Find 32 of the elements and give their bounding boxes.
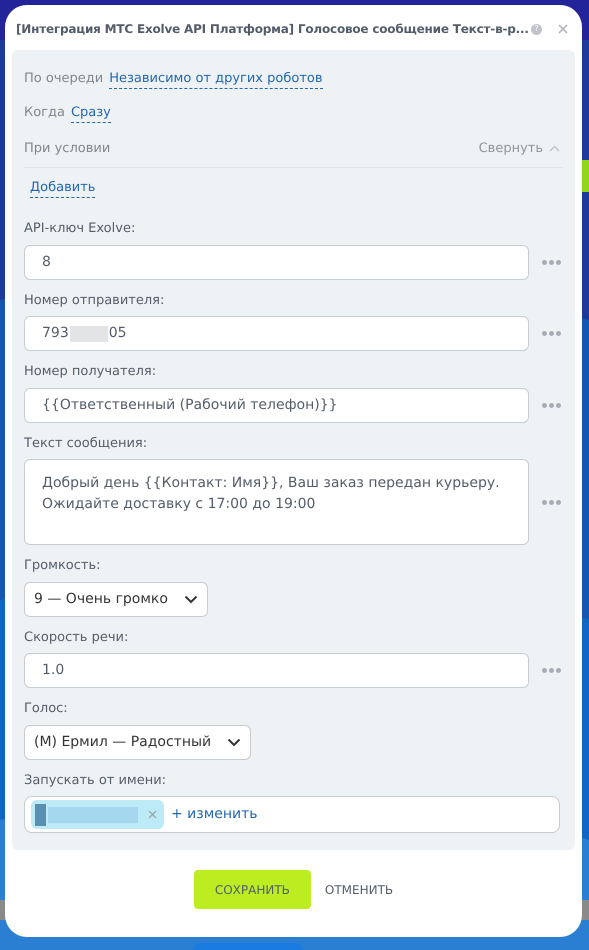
setting-label: По очереди [24, 70, 104, 88]
cancel-button[interactable]: ОТМЕНИТЬ [324, 870, 394, 909]
field-label: Запускать от имени: [24, 772, 168, 790]
setting-link[interactable]: Сразу [70, 103, 111, 123]
save-button[interactable]: СОХРАНИТЬ [194, 870, 311, 909]
add-condition-link[interactable]: Добавить [30, 178, 96, 198]
setting-label: Когда [24, 104, 65, 122]
blurred-digits [70, 326, 108, 342]
chevron-down-icon [227, 738, 242, 746]
input-field[interactable]: {{Ответственный (Рабочий телефон)}} [24, 388, 529, 422]
condition-label: При условии [24, 140, 110, 158]
change-link[interactable]: + изменить [171, 804, 258, 825]
field-label: API-ключ Exolve: [24, 220, 136, 238]
avatar-icon [35, 804, 46, 826]
field-label: Номер отправителя: [24, 292, 166, 310]
dropdown-select[interactable]: 9 — Очень громко [24, 582, 208, 616]
input-field[interactable]: 793 05 [24, 316, 529, 351]
input-field[interactable]: 8 [24, 244, 529, 280]
close-icon[interactable] [558, 24, 568, 34]
field-label: Скорость речи: [24, 628, 130, 646]
dropdown-select[interactable]: (М) Ермил — Радостный [24, 724, 252, 760]
field-label: Текст сообщения: [24, 434, 148, 452]
chevron-down-icon [184, 594, 198, 604]
dialog-title: [Интеграция МТС Exolve API Платформа] Голосовое сообщение Текст-в-р... [16, 21, 529, 38]
field-label: Громкость: [24, 557, 102, 575]
input-field[interactable]: 1.0 [24, 653, 529, 688]
field-label: Номер получателя: [24, 363, 158, 381]
remove-icon[interactable] [148, 810, 157, 819]
setting-link[interactable]: Независимо от других роботов [109, 69, 323, 89]
message-textarea[interactable]: Добрый день {{Контакт: Имя}}, Ваш заказ передан курьеру. Ожидайте доставку с 17:00 до 19:00 [24, 459, 529, 545]
user-picker-field[interactable]: + изменить [24, 796, 560, 833]
field-label: Голос: [24, 700, 69, 718]
